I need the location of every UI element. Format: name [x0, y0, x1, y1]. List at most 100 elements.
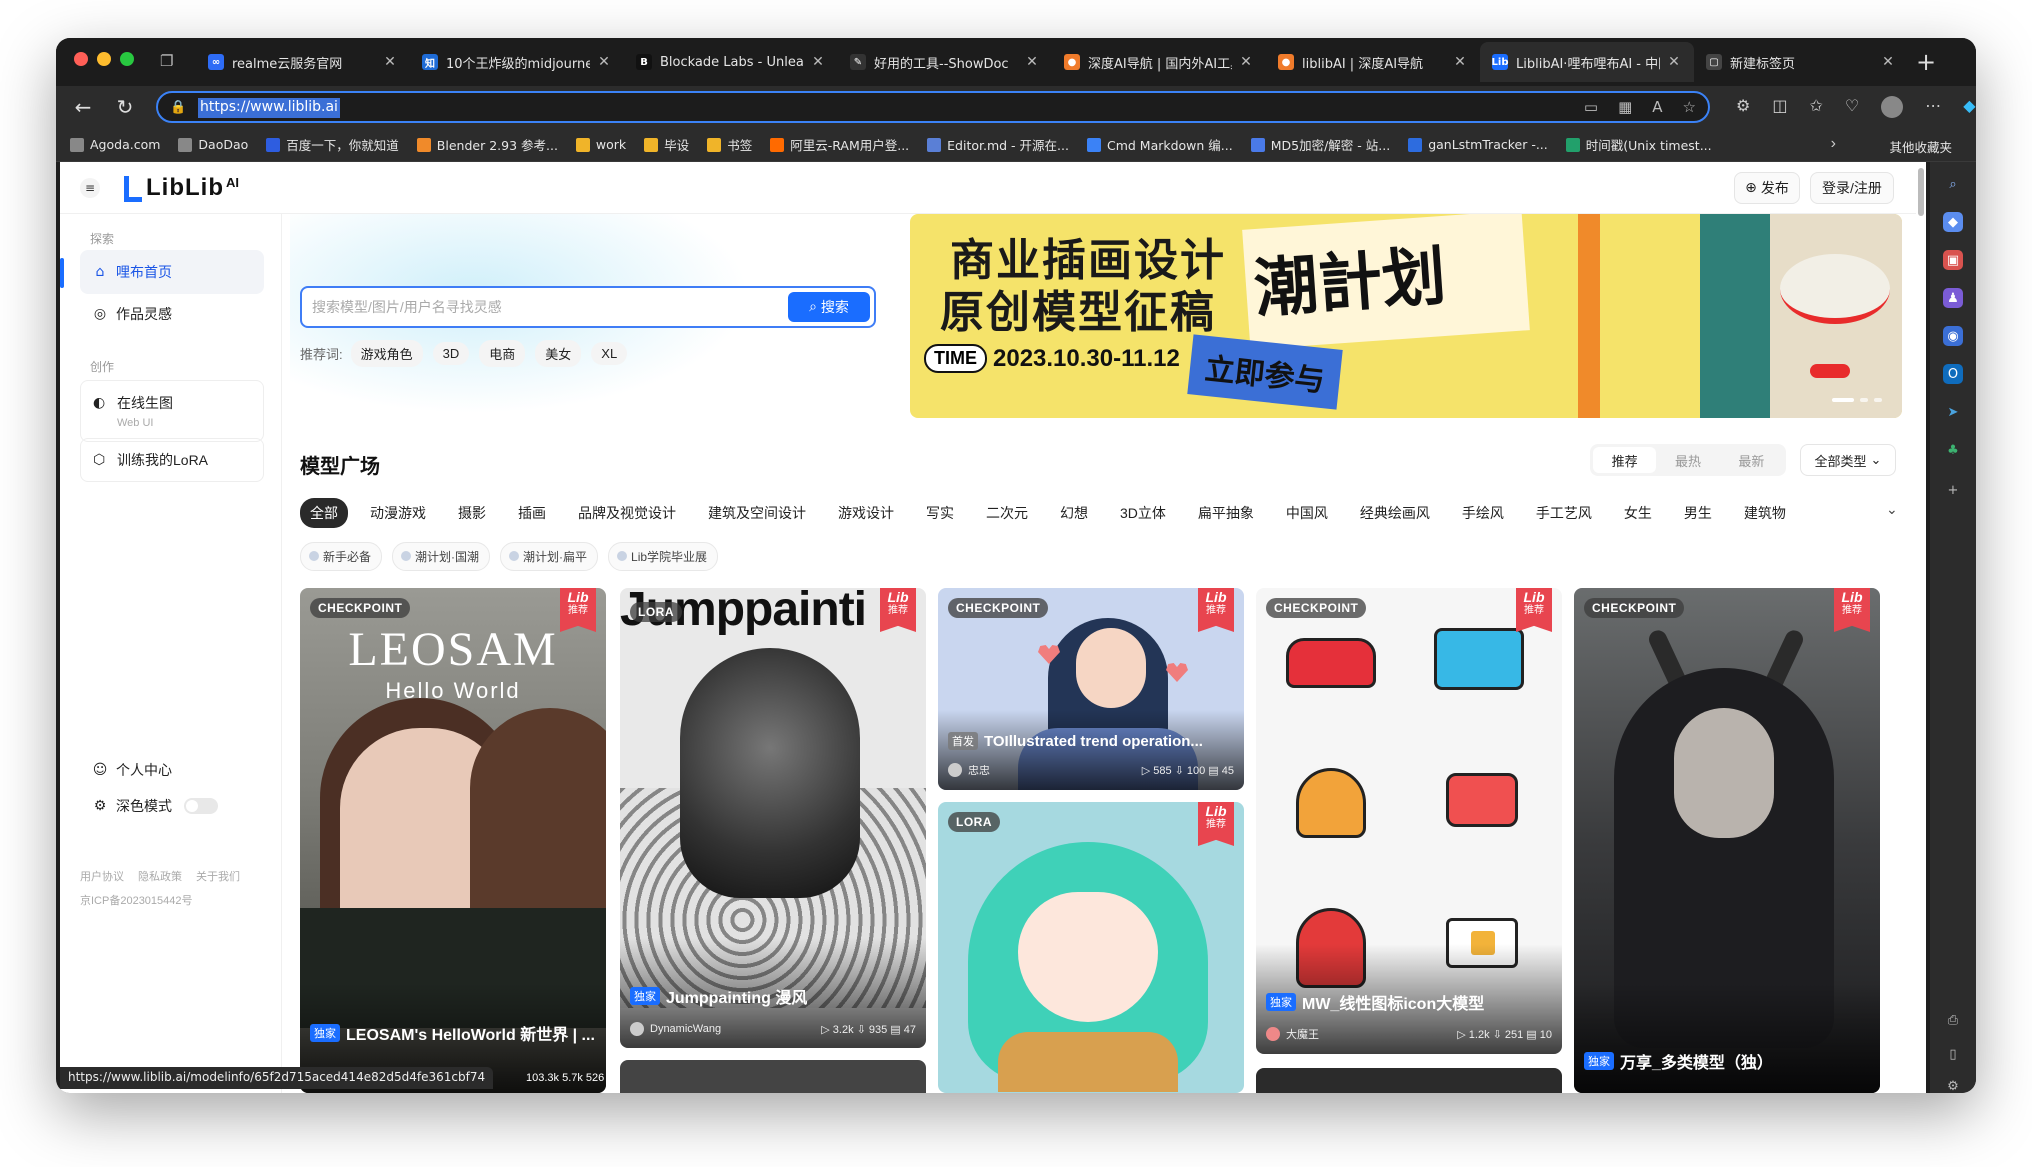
read-aloud-icon[interactable]: A: [1652, 98, 1662, 116]
bookmark-item[interactable]: 书签: [707, 135, 752, 154]
nav-home[interactable]: ⌂ 哩布首页: [80, 250, 264, 294]
model-card[interactable]: Jumppainti LORA Lib 推荐 独家 Jumppainting 漫风 …: [620, 588, 926, 1048]
hamburger-menu-icon[interactable]: ≡: [80, 178, 100, 198]
category-tab[interactable]: 游戏设计: [828, 498, 904, 528]
category-tab[interactable]: 品牌及视觉设计: [568, 498, 686, 528]
tag-chip[interactable]: 潮计划·国潮: [392, 542, 491, 571]
url-text[interactable]: https://www.liblib.ai: [198, 98, 340, 118]
address-bar[interactable]: 🔒 https://www.liblib.ai ▭ ▦ A ☆: [156, 91, 1710, 123]
card-title[interactable]: 独家 LEOSAM's HelloWorld 新世界 | ...: [310, 1021, 595, 1045]
card-title[interactable]: 首发 TOIllustrated trend operation...: [948, 732, 1234, 750]
category-tab[interactable]: 扁平抽象: [1188, 498, 1264, 528]
bookmark-item[interactable]: Blender 2.93 参考...: [416, 135, 558, 154]
author-avatar[interactable]: [1266, 1027, 1280, 1041]
bookmark-item[interactable]: 时间戳(Unix timest...: [1565, 135, 1712, 154]
search-input[interactable]: [312, 296, 782, 318]
bookmark-item[interactable]: Cmd Markdown 编...: [1086, 135, 1233, 154]
games-icon[interactable]: ♟: [1943, 288, 1963, 308]
favorite-star-icon[interactable]: ☆: [1683, 98, 1696, 116]
category-tab[interactable]: 3D立体: [1110, 498, 1176, 528]
rec-word-chip[interactable]: 3D: [432, 342, 470, 365]
workspaces-icon[interactable]: ❐: [160, 52, 180, 70]
category-tab[interactable]: 插画: [508, 498, 556, 528]
category-tab[interactable]: 女生: [1614, 498, 1662, 528]
category-tab[interactable]: 手绘风: [1452, 498, 1514, 528]
more-menu-icon[interactable]: ⋯: [1925, 96, 1941, 118]
tab-close-icon[interactable]: ✕: [1238, 54, 1254, 70]
model-card-peek[interactable]: [620, 1060, 926, 1093]
category-tab[interactable]: 经典绘画风: [1350, 498, 1440, 528]
lock-icon[interactable]: 🔒: [170, 99, 186, 115]
card-title[interactable]: 独家 Jumppainting 漫风: [630, 984, 807, 1008]
bookmark-item[interactable]: ganLstmTracker -...: [1408, 137, 1548, 152]
tab-close-icon[interactable]: ✕: [596, 54, 612, 70]
search-button[interactable]: ⌕ 搜索: [788, 292, 870, 322]
author-avatar[interactable]: [630, 1022, 644, 1036]
icp-number[interactable]: 京ICP备2023015442号: [80, 892, 193, 908]
type-select[interactable]: 全部类型 ⌄: [1800, 444, 1896, 476]
model-card[interactable]: LORA Lib 推荐: [938, 802, 1244, 1093]
minimize-window-button[interactable]: [97, 52, 111, 66]
category-tab[interactable]: 全部: [300, 498, 348, 528]
tab-close-icon[interactable]: ✕: [1880, 54, 1896, 70]
refresh-icon[interactable]: ↻: [112, 94, 138, 120]
close-window-button[interactable]: [74, 52, 88, 66]
other-favorites[interactable]: 其他收藏夹: [1869, 137, 1952, 156]
category-tab[interactable]: 写实: [916, 498, 964, 528]
banner-join-button[interactable]: 立即参与: [1187, 334, 1343, 410]
card-author[interactable]: 大魔王: [1286, 1026, 1457, 1042]
bookmark-item[interactable]: DaoDao: [178, 137, 248, 152]
footer-link[interactable]: 关于我们: [196, 868, 240, 884]
back-icon[interactable]: ←: [70, 94, 96, 120]
card-author[interactable]: DynamicWang: [650, 1023, 821, 1035]
footer-link[interactable]: 用户协议: [80, 868, 124, 884]
category-tab[interactable]: 幻想: [1050, 498, 1098, 528]
sort-tab[interactable]: 最新: [1720, 447, 1783, 473]
category-tab[interactable]: 二次元: [976, 498, 1038, 528]
profile-avatar[interactable]: [1881, 96, 1904, 118]
category-tab[interactable]: 手工艺风: [1526, 498, 1602, 528]
send-icon[interactable]: ➤: [1943, 402, 1963, 422]
browser-tab[interactable]: B Blockade Labs - Unleash ✕: [624, 42, 838, 82]
model-card[interactable]: LEOSAM Hello World CHECKPOINT Lib 推荐 独家 LE…: [300, 588, 606, 1093]
model-card[interactable]: CHECKPOINT Lib 推荐 首发 TOIllustrated trend o…: [938, 588, 1244, 790]
bookmark-item[interactable]: 百度一下，你就知道: [266, 135, 399, 154]
tools-icon[interactable]: ▣: [1943, 250, 1963, 270]
card-title[interactable]: 独家 MW_线性图标icon大模型: [1266, 990, 1484, 1014]
sidebar-toggle-icon[interactable]: ▯: [1943, 1044, 1963, 1064]
tag-chip[interactable]: 潮计划·扁平: [500, 542, 599, 571]
category-tab[interactable]: 男生: [1674, 498, 1722, 528]
browser-essentials-icon[interactable]: ♡: [1845, 96, 1859, 118]
sort-tab[interactable]: 最热: [1656, 447, 1719, 473]
nav-train-lora[interactable]: ⬡ 训练我的LoRA: [80, 438, 264, 482]
copilot-icon[interactable]: ◆: [1963, 96, 1975, 118]
add-icon[interactable]: +: [1943, 480, 1963, 500]
bookmark-item[interactable]: Editor.md - 开源在...: [927, 135, 1069, 154]
banner-carousel-dots[interactable]: [1832, 398, 1882, 402]
tab-close-icon[interactable]: ✕: [1452, 54, 1468, 70]
login-button[interactable]: 登录/注册: [1810, 172, 1894, 204]
bookmark-item[interactable]: Agoda.com: [70, 137, 160, 152]
browser-tab[interactable]: 知 10个王炸级的midjourney类 ✕: [410, 42, 624, 82]
card-author[interactable]: 忠忠: [968, 762, 1142, 778]
category-tab[interactable]: 中国风: [1276, 498, 1338, 528]
split-screen-icon[interactable]: ◫: [1772, 96, 1787, 118]
rec-word-chip[interactable]: 美女: [535, 340, 582, 367]
screenshot-icon[interactable]: ⎙: [1943, 1010, 1963, 1030]
tag-chip[interactable]: 新手必备: [300, 542, 383, 571]
outlook-icon[interactable]: O: [1943, 364, 1963, 384]
browser-tab[interactable]: ▢ 新建标签页 ✕: [1694, 42, 1908, 82]
rec-word-chip[interactable]: XL: [591, 342, 628, 365]
browser-tab[interactable]: ✎ 好用的工具--ShowDoc ✕: [838, 42, 1052, 82]
footer-link[interactable]: 隐私政策: [138, 868, 182, 884]
category-tab[interactable]: 摄影: [448, 498, 496, 528]
settings-gear-icon[interactable]: ⚙: [1943, 1076, 1963, 1094]
tab-close-icon[interactable]: ✕: [810, 54, 826, 70]
page-scrollbar[interactable]: [1918, 168, 1924, 216]
promo-banner[interactable]: 商业插画设计 原创模型征稿 TIME 2023.10.30-11.12 潮計划 …: [910, 214, 1902, 418]
model-card-peek[interactable]: [1256, 1068, 1562, 1093]
nav-online-gen[interactable]: ◐ 在线生图 Web UI: [80, 380, 264, 442]
tab-close-icon[interactable]: ✕: [382, 54, 398, 70]
bookmark-item[interactable]: MD5加密/解密 - 站...: [1250, 135, 1390, 154]
publish-button[interactable]: ⊕ 发布: [1734, 172, 1800, 204]
